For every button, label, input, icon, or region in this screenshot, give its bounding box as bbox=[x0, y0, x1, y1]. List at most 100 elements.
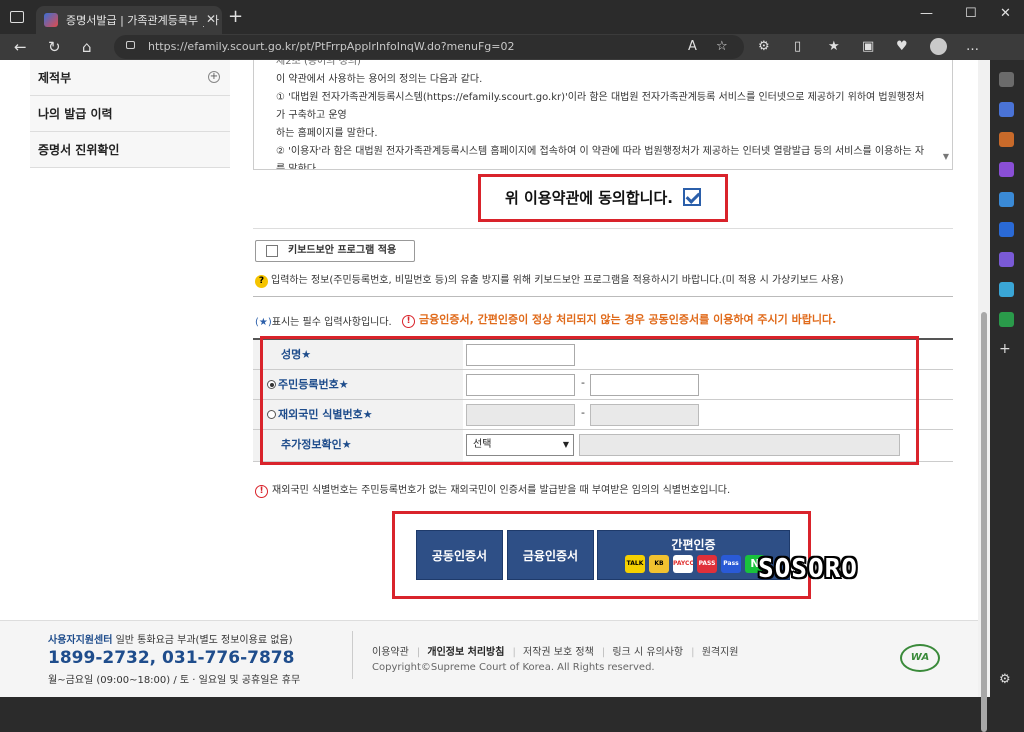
address-bar[interactable]: https://efamily.scourt.go.kr/pt/PtFrrpAp… bbox=[114, 35, 744, 59]
games-icon[interactable] bbox=[999, 162, 1014, 177]
address-toolbar: ← ↻ ⌂ https://efamily.scourt.go.kr/pt/Pt… bbox=[0, 34, 1024, 60]
samsung-pass-icon: Pass bbox=[721, 555, 741, 573]
kb-icon: KB bbox=[649, 555, 669, 573]
easy-auth-logos: TALK KB PAYCO PASS Pass N bbox=[625, 555, 765, 573]
menu-item-label: 제적부 bbox=[38, 71, 72, 85]
foreigner-id-note: ! 재외국민 식별번호는 주민등록번호가 없는 재외국민이 인증서를 발급받을 때… bbox=[255, 481, 730, 498]
collections-icon[interactable]: ▣ bbox=[862, 39, 874, 54]
menu-item-jejeokbu[interactable]: 제적부 + bbox=[30, 60, 230, 96]
menu-item-label: 나의 발급 이력 bbox=[38, 107, 113, 121]
menu-item-verify-certificate[interactable]: 증명서 진위확인 bbox=[30, 132, 230, 168]
required-star: (★) bbox=[255, 317, 272, 328]
footer-link-privacy[interactable]: 개인정보 처리방침 bbox=[427, 647, 504, 658]
drop-icon[interactable] bbox=[999, 252, 1014, 267]
left-menu: 제적부 + 나의 발급 이력 증명서 진위확인 bbox=[30, 60, 230, 168]
url-text: https://efamily.scourt.go.kr/pt/PtFrrpAp… bbox=[148, 40, 515, 53]
tab-title: 증명서발급 | 가족관계등록부 | 가 bbox=[66, 14, 219, 27]
exclamation-icon: ! bbox=[255, 485, 268, 498]
warning-text: 금융인증서, 간편인증이 정상 처리되지 않는 경우 공동인증서를 이용하여 주… bbox=[419, 313, 837, 326]
expand-plus-icon[interactable]: + bbox=[208, 71, 220, 83]
terms-box[interactable]: 제2조 (용어의 정의) 이 약관에서 사용하는 용어의 정의는 다음과 같다.… bbox=[253, 60, 953, 170]
read-aloud-icon[interactable]: A bbox=[688, 39, 697, 54]
divider bbox=[352, 631, 353, 679]
joint-certificate-label: 공동인증서 bbox=[431, 549, 488, 563]
footer-link-terms[interactable]: 이용약관 bbox=[372, 647, 409, 658]
scrollbar-thumb[interactable] bbox=[981, 312, 987, 732]
browser-tab[interactable]: 증명서발급 | 가족관계등록부 | 가 ✕ bbox=[36, 6, 222, 34]
outlook-icon[interactable] bbox=[999, 222, 1014, 237]
scroll-down-icon[interactable]: ▼ bbox=[943, 148, 949, 166]
tab-actions-icon[interactable] bbox=[10, 11, 24, 23]
footer-link-copyright[interactable]: 저작권 보호 정책 bbox=[523, 647, 594, 658]
terms-line: 이 약관에서 사용하는 용어의 정의는 다음과 같다. bbox=[276, 74, 483, 85]
joint-certificate-button[interactable]: 공동인증서 bbox=[416, 530, 503, 580]
footer-link-remote-support[interactable]: 원격지원 bbox=[702, 647, 739, 658]
divider bbox=[253, 228, 953, 229]
kakao-talk-icon: TALK bbox=[625, 555, 645, 573]
divider bbox=[253, 296, 953, 297]
site-favicon-icon bbox=[44, 13, 58, 27]
checkbox-icon[interactable] bbox=[266, 245, 278, 257]
question-icon: ? bbox=[255, 275, 268, 288]
edge-sidebar: + ⚙ bbox=[990, 60, 1024, 697]
agree-terms-checkbox[interactable]: 위 이용약관에 동의합니다. bbox=[478, 174, 728, 222]
financial-certificate-label: 금융인증서 bbox=[522, 549, 579, 563]
terms-line: ② '이용자'라 함은 대법원 전자가족관계등록시스템 홈페이지에 접속하여 이… bbox=[276, 146, 925, 157]
support-center-desc: 일반 통화요금 부과(별도 정보이용료 없음) bbox=[115, 635, 293, 646]
menu-item-label: 증명서 진위확인 bbox=[38, 143, 120, 157]
home-icon[interactable]: ⌂ bbox=[82, 38, 92, 56]
minimize-icon[interactable]: — bbox=[920, 6, 933, 21]
support-center-title: 사용자지원센터 bbox=[48, 635, 113, 646]
search-icon[interactable] bbox=[999, 72, 1014, 87]
page-viewport: 제적부 + 나의 발급 이력 증명서 진위확인 제2조 (용어의 정의) 이 약… bbox=[0, 60, 990, 697]
copyright: Copyright©Supreme Court of Korea. All Ri… bbox=[372, 662, 655, 673]
profile-avatar[interactable] bbox=[930, 38, 947, 55]
sidebar-settings-icon[interactable]: ⚙ bbox=[999, 672, 1014, 687]
menu-item-issue-history[interactable]: 나의 발급 이력 bbox=[30, 96, 230, 132]
more-menu-icon[interactable]: … bbox=[966, 39, 979, 54]
support-center: 사용자지원센터 일반 통화요금 부과(별도 정보이용료 없음) bbox=[48, 631, 293, 646]
hint-text: 입력하는 정보(주민등록번호, 비밀번호 등)의 유출 방지를 위해 키보드보안… bbox=[271, 275, 844, 286]
microsoft365-icon[interactable] bbox=[999, 192, 1014, 207]
favorites-icon[interactable]: ★ bbox=[828, 39, 840, 54]
checked-checkbox-icon[interactable] bbox=[682, 188, 701, 206]
back-icon[interactable]: ← bbox=[14, 38, 27, 56]
browser-titlebar: 증명서발급 | 가족관계등록부 | 가 ✕ + — ☐ ✕ bbox=[0, 0, 1024, 34]
footer-link-link-notice[interactable]: 링크 시 유의사항 bbox=[612, 647, 683, 658]
pass-icon: PASS bbox=[697, 555, 717, 573]
favorite-star-icon[interactable]: ☆ bbox=[716, 39, 728, 54]
financial-certificate-button[interactable]: 금융인증서 bbox=[507, 530, 594, 580]
terms-line: 를 말한다. bbox=[276, 164, 320, 170]
page-scrollbar[interactable] bbox=[978, 60, 990, 732]
footer-links: 이용약관 | 개인정보 처리방침 | 저작권 보호 정책 | 링크 시 유의사항 | 원… bbox=[372, 647, 739, 658]
terms-heading: 제2조 (용어의 정의) bbox=[276, 60, 361, 67]
shopping-tag-icon[interactable] bbox=[999, 102, 1014, 117]
keyboard-security-button[interactable]: 키보드보안 프로그램 적용 bbox=[255, 240, 415, 262]
watermark-text: SOSORO bbox=[758, 554, 858, 584]
tree-icon[interactable] bbox=[999, 312, 1014, 327]
add-sidebar-icon[interactable]: + bbox=[999, 342, 1014, 357]
maximize-icon[interactable]: ☐ bbox=[965, 6, 977, 21]
auth-warning: ! 금융인증서, 간편인증이 정상 처리되지 않는 경우 공동인증서를 이용하여 … bbox=[402, 311, 836, 328]
extensions-icon[interactable]: ⚙ bbox=[758, 39, 770, 54]
required-note: (★)표시는 필수 입력사항입니다. bbox=[255, 313, 392, 328]
terms-line: ① '대법원 전자가족관계등록시스템(https://efamily.scour… bbox=[276, 92, 925, 121]
exclamation-icon: ! bbox=[402, 315, 415, 328]
keyboard-security-hint: ? 입력하는 정보(주민등록번호, 비밀번호 등)의 유출 방지를 위해 키보드보… bbox=[255, 271, 843, 288]
required-text: 표시는 필수 입력사항입니다. bbox=[271, 317, 392, 328]
tools-icon[interactable] bbox=[999, 132, 1014, 147]
browser-essentials-icon[interactable]: ♥ bbox=[896, 39, 908, 54]
terms-line: 하는 홈페이지를 말한다. bbox=[276, 128, 378, 139]
refresh-icon[interactable]: ↻ bbox=[48, 38, 61, 56]
web-accessibility-badge: WA bbox=[900, 644, 940, 672]
new-tab-icon[interactable]: + bbox=[228, 8, 243, 26]
payco-icon: PAYCO bbox=[673, 555, 693, 573]
tab-close-icon[interactable]: ✕ bbox=[201, 12, 216, 26]
telegram-icon[interactable] bbox=[999, 282, 1014, 297]
support-hours: 월~금요일 (09:00~18:00) / 토 · 일요일 및 공휴일은 휴무 bbox=[48, 675, 301, 686]
note-text: 재외국민 식별번호는 주민등록번호가 없는 재외국민이 인증서를 발급받을 때 … bbox=[272, 485, 731, 496]
close-window-icon[interactable]: ✕ bbox=[1000, 6, 1011, 21]
support-phone: 1899-2732, 031-776-7878 bbox=[48, 648, 295, 668]
split-screen-icon[interactable]: ▯ bbox=[794, 39, 801, 54]
lock-icon[interactable] bbox=[126, 41, 135, 49]
